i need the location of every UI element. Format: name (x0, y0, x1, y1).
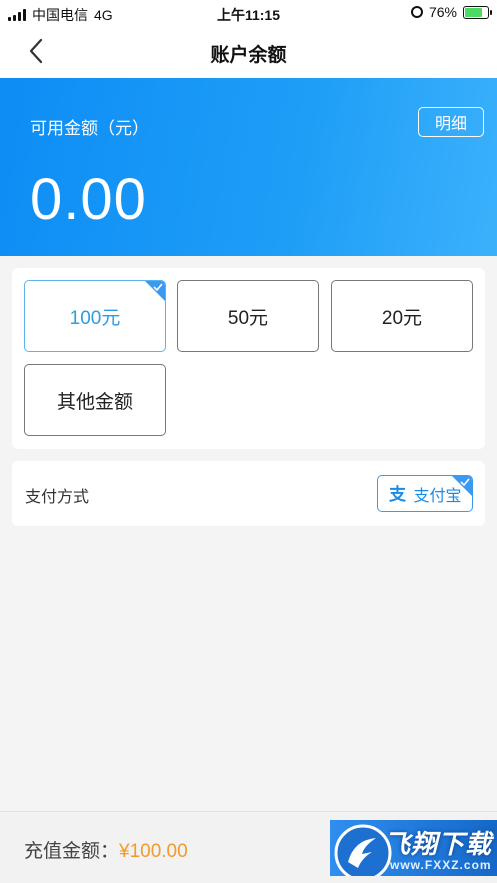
check-icon (452, 476, 472, 496)
battery-fill (465, 7, 482, 17)
alipay-option[interactable]: 支 支付宝 (377, 475, 473, 512)
amount-option-50[interactable]: 50元 (177, 280, 319, 352)
amount-option-label: 20元 (381, 307, 423, 329)
total-label: 充值金额： (24, 841, 120, 862)
amount-option-label: 100元 (69, 307, 121, 329)
balance-label: 可用金额（元） (30, 119, 149, 138)
check-icon (145, 281, 165, 301)
balance-card: 可用金额（元） 明细 0.00 (0, 78, 497, 256)
recharge-total: 充值金额：¥100.00 (24, 836, 188, 863)
bottom-bar: 充值金额：¥100.00 飞翔下载 www.FXXZ.com (0, 811, 497, 883)
battery-percent: 76% (428, 4, 457, 20)
amount-option-100[interactable]: 100元 (24, 280, 166, 352)
svg-text:支: 支 (389, 484, 407, 504)
nav-bar: 账户余额 (0, 26, 497, 78)
watermark-url: www.FXXZ.com (390, 858, 492, 872)
amount-option-20[interactable]: 20元 (331, 280, 473, 352)
recharge-button[interactable]: 飞翔下载 www.FXXZ.com (330, 820, 497, 876)
battery-icon (463, 5, 492, 19)
amount-option-label: 其他金额 (56, 391, 133, 413)
payment-label: 支付方式 (25, 489, 90, 506)
amount-panel: 100元 50元 20元 其他金额 (12, 268, 485, 449)
status-bar: 中国电信 4G 上午11:15 76% (0, 0, 497, 26)
amount-option-other[interactable]: 其他金额 (24, 364, 166, 436)
alipay-icon: 支 (389, 484, 407, 504)
watermark-text: 飞翔下载 (384, 829, 493, 859)
page-title: 账户余额 (210, 45, 287, 66)
total-value: ¥100.00 (119, 841, 188, 862)
payment-panel: 支付方式 支 支付宝 (12, 461, 485, 526)
balance-amount: 0.00 (30, 167, 147, 232)
status-right: 76% (410, 4, 492, 20)
detail-button[interactable]: 明细 (418, 107, 484, 137)
amount-option-label: 50元 (227, 307, 269, 329)
alarm-icon (410, 6, 423, 18)
